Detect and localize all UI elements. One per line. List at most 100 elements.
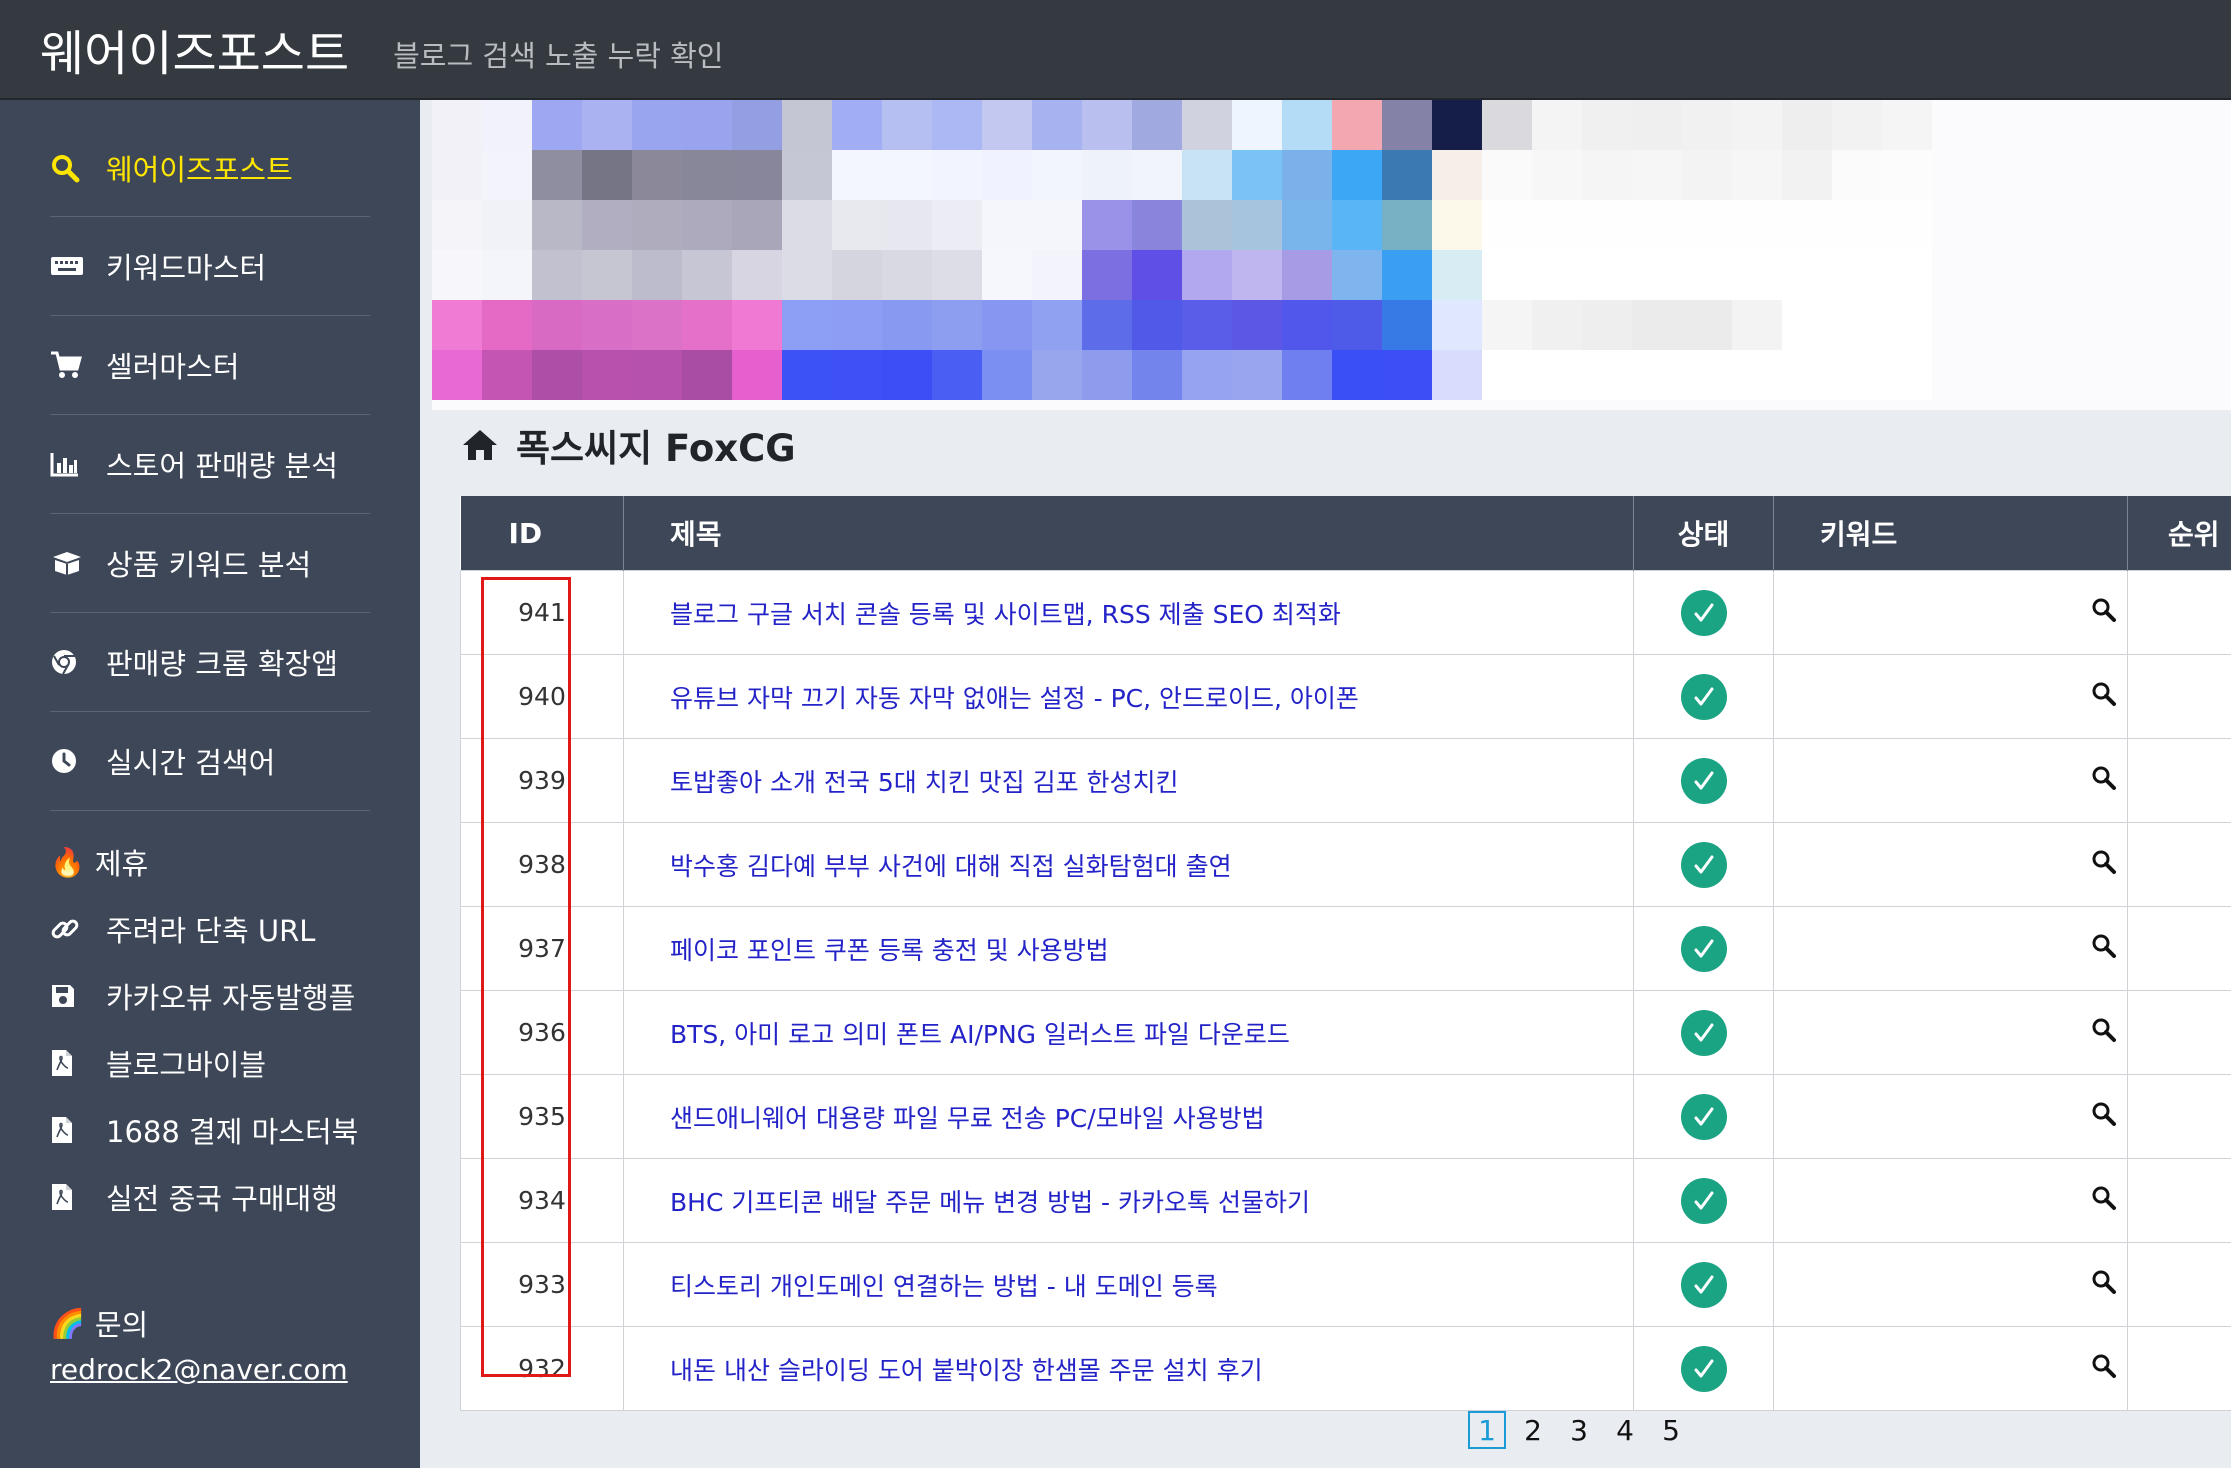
- banner-pixel: [1832, 350, 1882, 400]
- search-icon[interactable]: [2091, 934, 2117, 965]
- banner-pixel: [1832, 250, 1882, 300]
- search-icon[interactable]: [2091, 598, 2117, 629]
- banner-pixel: [982, 350, 1032, 400]
- post-title-link[interactable]: 샌드애니웨어 대용량 파일 무료 전송 PC/모바일 사용방법: [623, 1074, 1634, 1159]
- app-brand[interactable]: 웨어이즈포스트: [40, 14, 349, 84]
- keyword-cell: [1773, 654, 2128, 739]
- search-icon[interactable]: [2091, 766, 2117, 797]
- search-icon: [50, 151, 90, 185]
- sidebar-item-keywordmaster[interactable]: 키워드마스터: [50, 245, 370, 287]
- page-button[interactable]: 3: [1560, 1411, 1598, 1449]
- sidebar-item-label: 키워드마스터: [106, 251, 267, 285]
- search-icon[interactable]: [2091, 1102, 2117, 1133]
- save-icon: [50, 979, 90, 1013]
- status-cell: [1633, 1158, 1774, 1243]
- post-title-link[interactable]: 박수홍 김다예 부부 사건에 대해 직접 실화탐험대 출연: [623, 822, 1634, 907]
- banner-pixel: [482, 150, 532, 200]
- banner-pixel: [532, 200, 582, 250]
- banner-pixel: [482, 300, 532, 350]
- banner-pixel: [582, 350, 632, 400]
- sidebar-item-blog-bible[interactable]: 블로그바이블: [50, 1042, 370, 1084]
- keyword-cell: [1773, 990, 2128, 1075]
- post-id-cell: 941: [460, 570, 624, 655]
- partner-section-label: 🔥 제휴: [50, 845, 149, 882]
- banner-pixel: [982, 250, 1032, 300]
- banner-pixel: [1332, 250, 1382, 300]
- banner-pixel: [632, 250, 682, 300]
- keyword-cell: [1773, 822, 2128, 907]
- banner-pixel: [1532, 100, 1582, 150]
- search-icon[interactable]: [2091, 682, 2117, 713]
- banner-pixel: [632, 200, 682, 250]
- banner-pixel: [532, 100, 582, 150]
- sidebar-item-kakaoview[interactable]: 카카오뷰 자동발행플: [50, 975, 370, 1017]
- banner-pixel: [982, 100, 1032, 150]
- page-button[interactable]: 1: [1468, 1411, 1506, 1449]
- banner-pixel: [1782, 300, 1832, 350]
- search-icon[interactable]: [2091, 850, 2117, 881]
- sidebar-item-label: 실시간 검색어: [106, 746, 276, 780]
- search-icon[interactable]: [2091, 1354, 2117, 1385]
- sidebar-item-chrome-extension[interactable]: 판매량 크롬 확장앱: [50, 641, 370, 683]
- banner-pixel: [1432, 350, 1482, 400]
- sidebar-item-label: 웨어이즈포스트: [106, 153, 293, 187]
- sidebar-item-wheresispost[interactable]: 웨어이즈포스트: [50, 147, 370, 189]
- sidebar-divider: [50, 216, 370, 217]
- sidebar-item-label: 실전 중국 구매대행: [106, 1182, 338, 1216]
- sidebar-item-china-purchase[interactable]: 실전 중국 구매대행: [50, 1176, 370, 1218]
- banner-pixel: [1732, 250, 1782, 300]
- post-title-link[interactable]: 블로그 구글 서치 콘솔 등록 및 사이트맵, RSS 제출 SEO 최적화: [623, 570, 1634, 655]
- search-icon[interactable]: [2091, 1270, 2117, 1301]
- search-icon[interactable]: [2091, 1186, 2117, 1217]
- contact-email-link[interactable]: redrock2@naver.com: [50, 1353, 348, 1386]
- post-title-link[interactable]: 내돈 내산 슬라이딩 도어 붙박이장 한샘몰 주문 설치 후기: [623, 1326, 1634, 1411]
- page-button[interactable]: 2: [1514, 1411, 1552, 1449]
- banner-pixel: [632, 300, 682, 350]
- rank-cell: [2127, 990, 2231, 1075]
- banner-pixel: [632, 100, 682, 150]
- sidebar-item-1688-book[interactable]: 1688 결제 마스터북: [50, 1109, 370, 1151]
- banner-pixel: [782, 250, 832, 300]
- sidebar-item-short-url[interactable]: 주려라 단축 URL: [50, 908, 370, 950]
- banner-pixel: [1832, 300, 1882, 350]
- post-title-link[interactable]: BTS, 아미 로고 의미 폰트 AI/PNG 일러스트 파일 다운로드: [623, 990, 1634, 1075]
- post-title-link[interactable]: 티스토리 개인도메인 연결하는 방법 - 내 도메인 등록: [623, 1242, 1634, 1327]
- banner-pixel: [1482, 200, 1532, 250]
- page-button[interactable]: 5: [1652, 1411, 1690, 1449]
- status-cell: [1633, 738, 1774, 823]
- sidebar-item-realtime-search[interactable]: 실시간 검색어: [50, 740, 370, 782]
- sidebar-item-sellermaster[interactable]: 셀러마스터: [50, 344, 370, 386]
- sidebar-item-store-sales[interactable]: 스토어 판매량 분석: [50, 443, 370, 485]
- banner-pixel: [782, 150, 832, 200]
- banner-pixel: [1782, 200, 1832, 250]
- banner-pixel: [1682, 250, 1732, 300]
- banner-pixel: [732, 200, 782, 250]
- search-icon[interactable]: [2091, 1018, 2117, 1049]
- post-title-link[interactable]: 페이코 포인트 쿠폰 등록 충전 및 사용방법: [623, 906, 1634, 991]
- banner-pixel: [1232, 100, 1282, 150]
- banner-pixel: [1532, 300, 1582, 350]
- banner-pixel: [1332, 150, 1382, 200]
- sidebar-item-product-keyword[interactable]: 상품 키워드 분석: [50, 542, 370, 584]
- banner-pixel: [1832, 200, 1882, 250]
- banner-pixel: [1432, 150, 1482, 200]
- column-header-rank: 순위: [2127, 496, 2231, 571]
- status-cell: [1633, 1326, 1774, 1411]
- keyword-cell: [1773, 1326, 2128, 1411]
- banner-pixel: [1282, 300, 1332, 350]
- banner-pixel: [1532, 350, 1582, 400]
- sidebar: 웨어이즈포스트 키워드마스터 셀러마스터 스토어 판매량 분석 상품 키워드 분…: [0, 100, 420, 1468]
- sidebar-divider: [50, 414, 370, 415]
- table-row: 933 티스토리 개인도메인 연결하는 방법 - 내 도메인 등록: [460, 1242, 2231, 1327]
- rank-cell: [2127, 1074, 2231, 1159]
- page-button[interactable]: 4: [1606, 1411, 1644, 1449]
- banner-pixel: [832, 350, 882, 400]
- banner-pixel: [782, 200, 832, 250]
- post-title-link[interactable]: 토밥좋아 소개 전국 5대 치킨 맛집 김포 한성치킨: [623, 738, 1634, 823]
- banner-pixel: [1732, 100, 1782, 150]
- post-title-link[interactable]: 유튜브 자막 끄기 자동 자막 없애는 설정 - PC, 안드로이드, 아이폰: [623, 654, 1634, 739]
- post-id-cell: 933: [460, 1242, 624, 1327]
- post-title-link[interactable]: BHC 기프티콘 배달 주문 메뉴 변경 방법 - 카카오톡 선물하기: [623, 1158, 1634, 1243]
- banner-pixel: [1082, 150, 1132, 200]
- banner-pixel: [532, 300, 582, 350]
